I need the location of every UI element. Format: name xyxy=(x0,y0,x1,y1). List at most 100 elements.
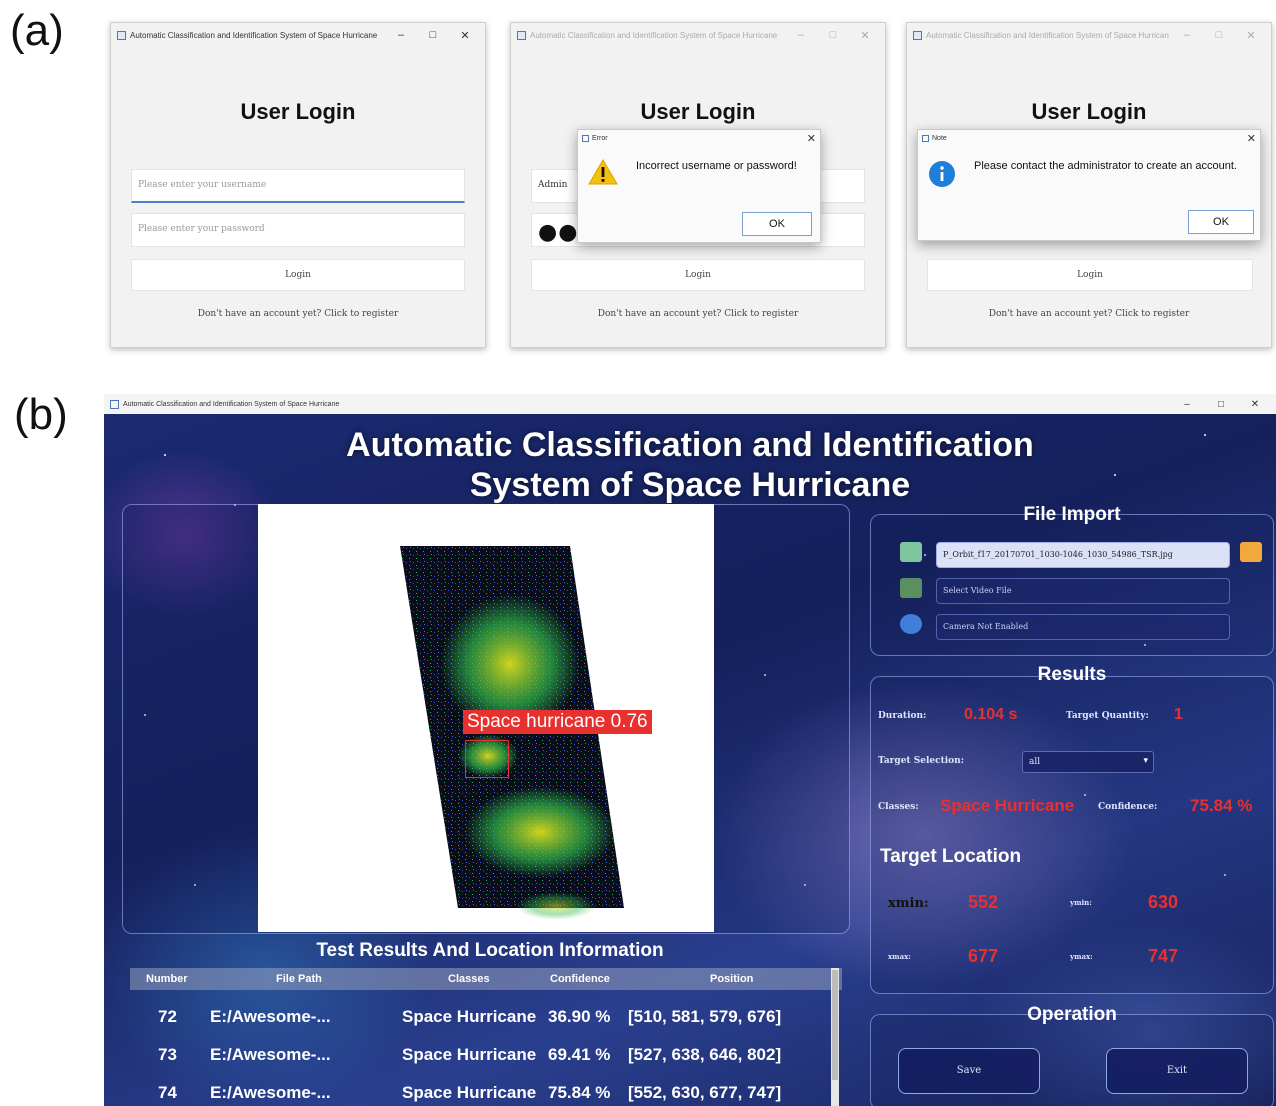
maximize-icon[interactable]: □ xyxy=(1205,29,1233,41)
login-button[interactable]: Login xyxy=(131,259,465,291)
results-frame xyxy=(870,676,1274,994)
minimize-icon[interactable]: – xyxy=(787,29,815,41)
cell-classes: Space Hurricane xyxy=(402,1045,537,1064)
table-row[interactable]: 74 E:/Awesome-... Space Hurricane 75.84 … xyxy=(130,1074,842,1106)
duration-label: Duration: xyxy=(878,711,927,721)
login-button[interactable]: Login xyxy=(927,259,1253,291)
xmin-value: 552 xyxy=(968,892,999,912)
cell-number: 74 xyxy=(158,1083,177,1102)
window-title: Automatic Classification and Identificat… xyxy=(530,30,778,40)
target-location-heading: Target Location xyxy=(880,846,1022,867)
username-input[interactable]: Please enter your username xyxy=(131,169,465,203)
target-selection-dropdown[interactable]: all ▾ xyxy=(1022,751,1154,773)
table-scrollbar[interactable] xyxy=(831,968,839,1106)
close-icon[interactable]: ✕ xyxy=(1247,132,1256,145)
dialog-message: Please contact the administrator to crea… xyxy=(974,160,1237,172)
ok-button[interactable]: OK xyxy=(742,212,812,236)
video-file-input[interactable]: Select Video File xyxy=(936,578,1230,604)
register-link[interactable]: Don't have an account yet? Click to regi… xyxy=(511,309,885,319)
register-link[interactable]: Don't have an account yet? Click to regi… xyxy=(907,309,1271,319)
cell-path: E:/Awesome-... xyxy=(210,1045,331,1064)
duration-value: 0.104 s xyxy=(964,706,1018,723)
cell-position: [527, 638, 646, 802] xyxy=(628,1045,782,1064)
xmax-value: 677 xyxy=(968,946,999,966)
table-row[interactable]: 72 E:/Awesome-... Space Hurricane 36.90 … xyxy=(130,998,842,1034)
folder-icon[interactable] xyxy=(1240,542,1262,562)
ymin-label: ymin: xyxy=(1070,898,1092,907)
cell-classes: Space Hurricane xyxy=(402,1083,537,1102)
col-classes: Classes xyxy=(448,973,490,985)
table-row[interactable]: 73 E:/Awesome-... Space Hurricane 69.41 … xyxy=(130,1036,842,1072)
figure: (a) (b) Automatic Classification and Ide… xyxy=(0,0,1276,1106)
exit-button[interactable]: Exit xyxy=(1106,1048,1248,1094)
close-icon[interactable]: ✕ xyxy=(1237,29,1265,42)
window-title: Automatic Classification and Identificat… xyxy=(926,30,1169,40)
ymax-value: 747 xyxy=(1148,946,1179,966)
maximize-icon[interactable]: □ xyxy=(1206,399,1236,410)
password-input[interactable]: Please enter your password xyxy=(131,213,465,247)
table-heading: Test Results And Location Information xyxy=(316,940,664,961)
dialog-message: Incorrect username or password! xyxy=(636,160,797,172)
close-icon[interactable]: ✕ xyxy=(451,29,479,42)
app-icon xyxy=(110,399,119,409)
file-import-heading: File Import xyxy=(1023,504,1121,525)
selection-label: Target Selection: xyxy=(878,756,965,766)
operation-heading: Operation xyxy=(1027,1004,1117,1025)
close-icon[interactable]: ✕ xyxy=(1240,399,1270,410)
detection-box xyxy=(465,740,509,778)
cell-confidence: 36.90 % xyxy=(548,1007,611,1026)
error-dialog: Error ✕ Incorrect username or password! … xyxy=(577,129,821,243)
confidence-value: 75.84 % xyxy=(1190,796,1253,815)
col-confidence: Confidence xyxy=(550,973,610,985)
camera-icon[interactable] xyxy=(900,614,922,634)
save-button[interactable]: Save xyxy=(898,1048,1040,1094)
system-title-line-2: System of Space Hurricane xyxy=(469,466,911,504)
scroll-thumb[interactable] xyxy=(832,970,838,1080)
image-path-input[interactable]: P_Orbit_f17_20170701_1030-1046_1030_5498… xyxy=(936,542,1230,568)
minimize-icon[interactable]: – xyxy=(1172,399,1202,410)
ok-button[interactable]: OK xyxy=(1188,210,1254,234)
ymin-value: 630 xyxy=(1148,892,1179,912)
dialog-title-bar: Note ✕ xyxy=(918,130,1260,146)
title-bar: Automatic Classification and Identificat… xyxy=(511,23,885,47)
system-title-bar: Automatic Classification and Identificat… xyxy=(104,394,1276,414)
login-window-2: Automatic Classification and Identificat… xyxy=(510,22,886,348)
xmin-label: xmin: xyxy=(888,896,929,911)
cell-number: 73 xyxy=(158,1045,177,1064)
panel-label-b: (b) xyxy=(14,390,68,439)
info-icon xyxy=(929,161,955,187)
col-number: Number xyxy=(146,973,188,985)
image-icon[interactable] xyxy=(900,542,922,562)
dialog-title: Error xyxy=(592,134,608,142)
xmax-label: xmax: xyxy=(888,952,911,961)
login-heading: User Login xyxy=(1031,99,1147,124)
close-icon[interactable]: ✕ xyxy=(807,132,816,145)
cell-confidence: 75.84 % xyxy=(548,1083,611,1102)
detection-label: Space hurricane 0.76 xyxy=(463,710,652,734)
window-title: Automatic Classification and Identificat… xyxy=(123,400,340,408)
warning-icon xyxy=(588,159,618,185)
maximize-icon[interactable]: □ xyxy=(819,29,847,41)
title-bar: Automatic Classification and Identificat… xyxy=(111,23,485,47)
maximize-icon[interactable]: □ xyxy=(419,29,447,41)
classes-label: Classes: xyxy=(878,802,919,812)
login-window-1: Automatic Classification and Identificat… xyxy=(110,22,486,348)
cell-position: [510, 581, 579, 676] xyxy=(628,1007,782,1026)
login-button[interactable]: Login xyxy=(531,259,865,291)
login-heading: User Login xyxy=(640,99,756,124)
col-file-path: File Path xyxy=(276,973,322,985)
cell-position: [552, 630, 677, 747] xyxy=(628,1083,782,1102)
close-icon[interactable]: ✕ xyxy=(851,29,879,42)
app-icon xyxy=(913,30,922,40)
ymax-label: ymax: xyxy=(1070,952,1093,961)
cell-classes: Space Hurricane xyxy=(402,1007,537,1026)
camera-input[interactable]: Camera Not Enabled xyxy=(936,614,1230,640)
minimize-icon[interactable]: – xyxy=(1173,29,1201,41)
cell-path: E:/Awesome-... xyxy=(210,1083,331,1102)
col-position: Position xyxy=(710,973,754,985)
video-icon[interactable] xyxy=(900,578,922,598)
results-heading: Results xyxy=(1037,664,1107,685)
system-title-line-1: Automatic Classification and Identificat… xyxy=(346,426,1034,464)
register-link[interactable]: Don't have an account yet? Click to regi… xyxy=(111,309,485,319)
minimize-icon[interactable]: – xyxy=(387,29,415,41)
